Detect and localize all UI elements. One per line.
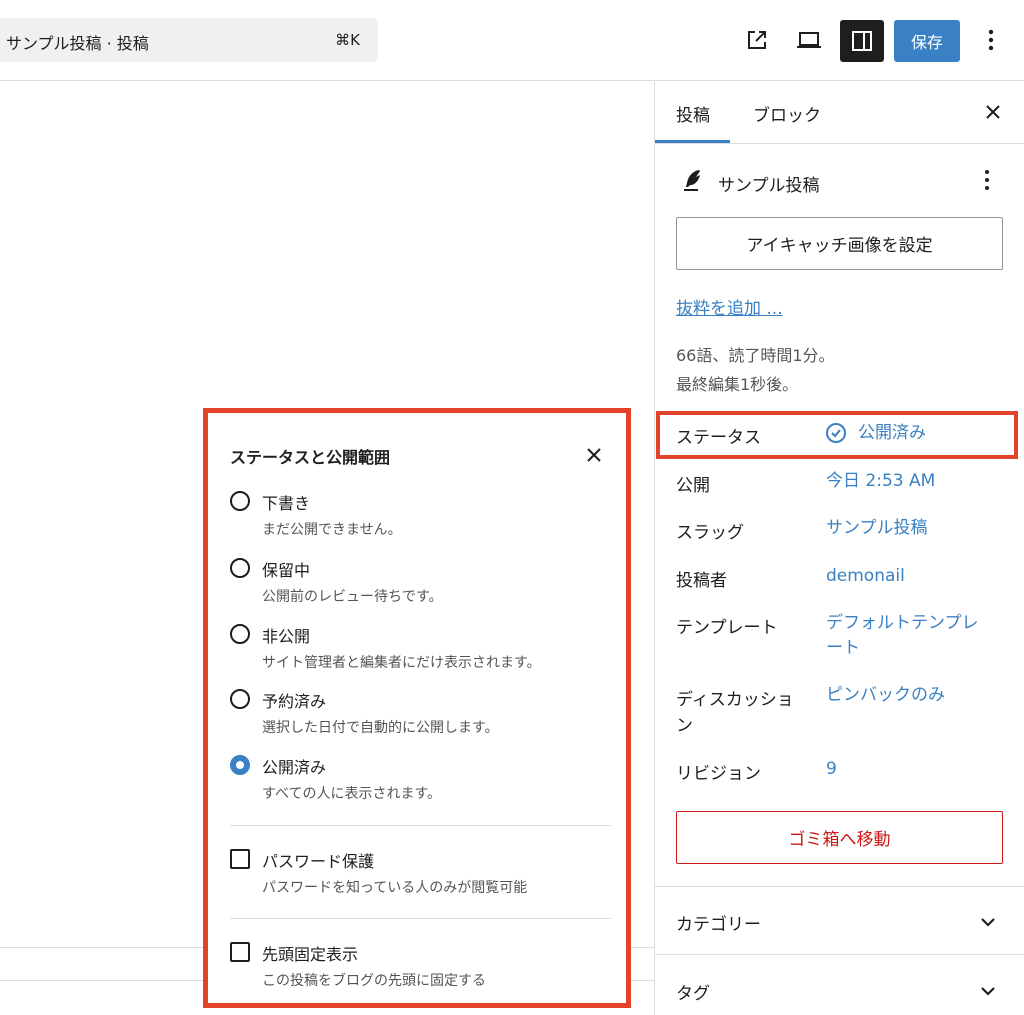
word-count-text: 66語、読了時間1分。 — [676, 346, 835, 365]
set-featured-image-button[interactable]: アイキャッチ画像を設定 — [676, 217, 1003, 270]
option-description: 公開前のレビュー待ちです。 — [262, 589, 443, 605]
tab-block[interactable]: ブロック — [753, 101, 821, 126]
status-radio-private[interactable] — [230, 624, 250, 644]
add-excerpt-link[interactable]: 抜粋を追加 ... — [676, 294, 783, 319]
sticky-description: この投稿をブログの先頭に固定する — [262, 973, 486, 989]
option-label[interactable]: 非公開 — [262, 623, 310, 647]
save-button[interactable]: 保存 — [894, 20, 960, 62]
popover-title: ステータスと公開範囲 — [230, 448, 391, 467]
close-icon[interactable] — [981, 100, 1005, 124]
move-to-trash-button[interactable]: ゴミ箱へ移動 — [676, 811, 1003, 864]
post-title: サンプル投稿 — [718, 176, 820, 196]
publish-label: 公開 — [676, 476, 710, 496]
options-more-icon[interactable] — [974, 22, 1008, 58]
revisions-label: リビジョン — [676, 764, 761, 784]
chevron-down-icon[interactable] — [977, 911, 999, 933]
revisions-value[interactable]: 9 — [826, 757, 837, 782]
last-edited-text: 最終編集1秒後。 — [676, 375, 799, 394]
option-description: サイト管理者と編集者にだけ表示されます。 — [262, 655, 541, 671]
feather-icon — [681, 168, 703, 192]
password-description: パスワードを知っている人のみが閲覧可能 — [262, 880, 528, 896]
option-label[interactable]: 下書き — [262, 490, 310, 514]
panel-divider — [655, 954, 1024, 955]
status-radio-published[interactable] — [230, 755, 250, 775]
status-radio-draft[interactable] — [230, 491, 250, 511]
password-label[interactable]: パスワード保護 — [262, 848, 374, 872]
slug-label: スラッグ — [676, 523, 744, 543]
sidebar-toggle-icon[interactable] — [840, 20, 884, 62]
status-radio-scheduled[interactable] — [230, 689, 250, 709]
status-visibility-popover: ステータスと公開範囲 下書き まだ公開できません。 保留中 公開前のレビュー待ち… — [203, 408, 631, 1008]
chevron-down-icon[interactable] — [977, 980, 999, 1002]
sticky-checkbox[interactable] — [230, 942, 250, 962]
template-label: テンプレート — [676, 618, 778, 638]
close-icon[interactable] — [582, 443, 606, 467]
option-description: 選択した日付で自動的に公開します。 — [262, 720, 499, 736]
categories-panel-title[interactable]: カテゴリー — [676, 910, 761, 935]
status-radio-pending[interactable] — [230, 558, 250, 578]
option-description: まだ公開できません。 — [262, 522, 402, 538]
discussion-value[interactable]: ピンバックのみ — [826, 683, 945, 708]
option-label[interactable]: 予約済み — [262, 688, 326, 712]
editor-header: サンプル投稿 · 投稿 ⌘K 保存 — [0, 0, 1024, 81]
post-actions-more-icon[interactable] — [975, 168, 999, 192]
template-value-line1[interactable]: デフォルトテンプレ — [826, 611, 979, 636]
popover-divider — [230, 825, 611, 826]
option-description: すべての人に表示されます。 — [262, 786, 442, 802]
author-value[interactable]: demonail — [826, 564, 905, 589]
option-label[interactable]: 保留中 — [262, 557, 310, 581]
popover-divider — [230, 918, 611, 919]
option-label[interactable]: 公開済み — [262, 754, 326, 778]
password-protect-checkbox[interactable] — [230, 849, 250, 869]
external-link-icon[interactable] — [739, 22, 775, 58]
status-row-highlight — [656, 411, 1018, 459]
desktop-preview-icon[interactable] — [791, 22, 827, 58]
command-shortcut: ⌘K — [335, 31, 360, 49]
sidebar-tabs: 投稿 ブロック — [655, 82, 1024, 144]
template-value-line2[interactable]: ート — [826, 636, 860, 661]
document-title: サンプル投稿 · 投稿 — [6, 34, 149, 53]
author-label: 投稿者 — [676, 571, 727, 591]
tab-post[interactable]: 投稿 — [676, 101, 710, 126]
tags-panel-title[interactable]: タグ — [676, 979, 710, 1004]
slug-value[interactable]: サンプル投稿 — [826, 516, 928, 541]
discussion-label-line1: ディスカッショ — [676, 690, 794, 710]
command-palette-button[interactable]: サンプル投稿 · 投稿 ⌘K — [0, 18, 378, 62]
settings-sidebar: 投稿 ブロック サンプル投稿 アイキャッチ画像を設定 抜粋を追加 ... 66語… — [654, 82, 1024, 1015]
discussion-label-line2: ン — [676, 716, 693, 736]
sticky-label[interactable]: 先頭固定表示 — [262, 941, 358, 965]
panel-divider — [655, 886, 1024, 887]
active-tab-indicator — [655, 140, 730, 143]
publish-date-value[interactable]: 今日 2:53 AM — [826, 469, 935, 494]
